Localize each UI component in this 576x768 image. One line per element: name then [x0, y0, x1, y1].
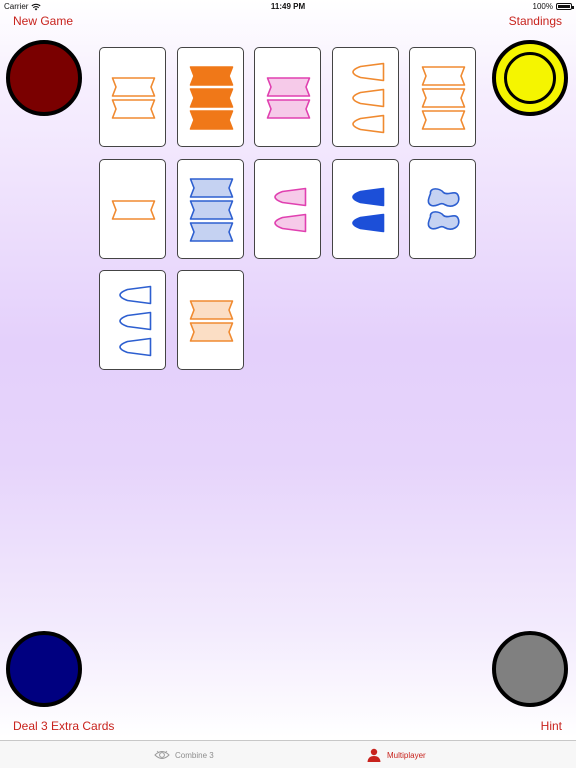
- player-top-right[interactable]: [492, 40, 568, 116]
- eye-icon: [154, 750, 170, 759]
- card[interactable]: [331, 47, 399, 147]
- wedge-symbol: [274, 187, 307, 206]
- bowtie-symbol: [111, 199, 156, 220]
- wedge-symbols: [274, 187, 307, 232]
- bowtie-symbols: [189, 300, 233, 342]
- card[interactable]: [176, 47, 244, 147]
- tab-combine-3[interactable]: Combine 3: [154, 745, 214, 765]
- peanut-symbol: [427, 210, 460, 230]
- card[interactable]: [254, 47, 321, 147]
- bowtie-symbol: [189, 66, 233, 86]
- wedge-symbol: [119, 285, 152, 305]
- bowtie-symbols: [421, 66, 466, 130]
- status-bar: Carrier 11:49 PM 100%: [0, 0, 576, 12]
- bowtie-symbol: [189, 300, 233, 320]
- deal-extra-cards-button[interactable]: Deal 3 Extra Cards: [13, 719, 114, 733]
- tab-label: Combine 3: [175, 750, 214, 760]
- bowtie-symbols: [266, 77, 311, 119]
- wedge-symbol: [351, 88, 384, 108]
- standings-button[interactable]: Standings: [509, 14, 562, 28]
- player-top-left[interactable]: [6, 40, 82, 116]
- card[interactable]: [409, 47, 476, 147]
- bowtie-symbol: [266, 77, 311, 97]
- card[interactable]: [176, 270, 244, 370]
- bowtie-symbols: [189, 66, 233, 130]
- hint-button[interactable]: Hint: [541, 719, 562, 733]
- player-bottom-right[interactable]: [492, 631, 568, 707]
- battery-percent: 100%: [532, 2, 553, 11]
- tab-multiplayer[interactable]: Multiplayer: [366, 745, 426, 765]
- battery-icon: [556, 3, 574, 10]
- wedge-symbol: [119, 337, 152, 357]
- bowtie-symbol: [421, 88, 466, 108]
- card[interactable]: [254, 158, 321, 259]
- tab-label: Multiplayer: [387, 750, 426, 760]
- card[interactable]: [99, 270, 166, 370]
- bowtie-symbols: [189, 177, 233, 242]
- peanut-symbols: [427, 187, 460, 230]
- bowtie-symbol: [189, 322, 233, 342]
- wedge-symbols: [351, 187, 384, 232]
- bowtie-symbols: [111, 199, 156, 220]
- wedge-symbol: [351, 62, 384, 82]
- wedge-symbol: [351, 213, 384, 232]
- peanut-symbol: [427, 187, 460, 207]
- card[interactable]: [409, 158, 476, 259]
- player-ring: [504, 52, 556, 104]
- new-game-button[interactable]: New Game: [13, 14, 73, 28]
- status-time: 11:49 PM: [270, 2, 306, 11]
- wedge-symbol: [351, 187, 384, 206]
- wedge-symbols: [351, 62, 384, 134]
- bowtie-symbol: [266, 99, 311, 119]
- bowtie-symbol: [189, 199, 233, 220]
- person-icon: [367, 748, 381, 762]
- bowtie-symbol: [421, 66, 466, 86]
- wedge-symbol: [119, 311, 152, 331]
- card[interactable]: [99, 47, 166, 147]
- card[interactable]: [176, 158, 244, 259]
- tab-bar: Combine 3 Multiplayer: [0, 740, 576, 768]
- bowtie-symbol: [111, 99, 156, 119]
- bowtie-symbol: [189, 88, 233, 108]
- bowtie-symbol: [421, 110, 466, 130]
- player-bottom-left[interactable]: [6, 631, 82, 707]
- card[interactable]: [331, 158, 399, 259]
- bowtie-symbol: [189, 177, 233, 198]
- card[interactable]: [99, 158, 166, 259]
- bowtie-symbol: [111, 77, 156, 97]
- bowtie-symbol: [189, 221, 233, 242]
- bowtie-symbol: [189, 110, 233, 130]
- bowtie-symbols: [111, 77, 156, 119]
- wedge-symbol: [274, 213, 307, 232]
- wedge-symbols: [119, 285, 152, 357]
- wedge-symbol: [351, 114, 384, 134]
